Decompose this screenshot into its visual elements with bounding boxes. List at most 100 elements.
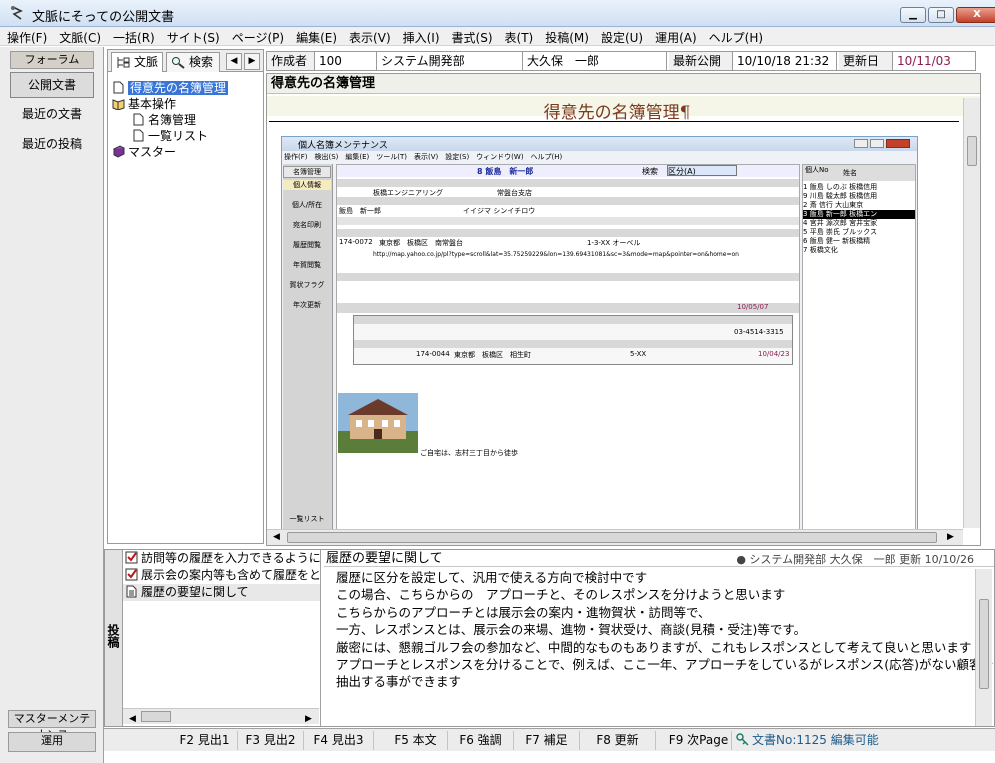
embedded-nav-item: 個人/所在 [291, 201, 323, 209]
post-list-item-selected[interactable]: 履歴の要望に関して [123, 584, 320, 601]
menu-context[interactable]: 文脈(C) [52, 27, 106, 46]
tree-node-roster[interactable]: 名簿管理 [112, 112, 228, 128]
menu-operation[interactable]: 操作(F) [0, 27, 52, 46]
menu-table[interactable]: 表(T) [498, 27, 539, 46]
tab-scroll-right-button[interactable]: ▶ [244, 53, 260, 70]
post-line: 厳密には、懇親ゴルフ会の参加など、中間的なものもありますが、これもレスポンスとし… [336, 639, 972, 655]
embedded-title: 個人名簿メンテナンス [298, 141, 388, 151]
doc-horizontal-scrollbar[interactable]: ◀ ▶ [267, 529, 963, 545]
scroll-left-arrow-icon[interactable]: ◀ [273, 532, 280, 542]
post-list: 訪問等の履歴を入力できるようにな 展示会の案内等も含めて履歴をと 履歴の要望に関… [123, 550, 321, 726]
search-icon [172, 57, 185, 69]
doc-hscroll-thumb[interactable] [287, 532, 937, 543]
check-doc-icon [125, 551, 138, 564]
post-panel-label-text: 投稿 [106, 624, 120, 648]
f5-body-button[interactable]: F5 本文 [384, 731, 448, 750]
post-list-hscroll-thumb[interactable] [141, 711, 171, 722]
embedded-row-head [337, 273, 799, 281]
post-meta: ● システム開発部 大久保 一郎 更新 10/10/26 [736, 553, 974, 566]
f7-supplement-button[interactable]: F7 補足 [514, 731, 580, 750]
f4-heading3-button[interactable]: F4 見出3 [304, 731, 374, 750]
forum-item-recent-posts[interactable]: 最近の投稿 [10, 132, 94, 158]
app-icon [11, 6, 23, 20]
updated-label: 更新日 [839, 52, 893, 70]
menu-batch[interactable]: 一括(R) [106, 27, 160, 46]
menu-format[interactable]: 書式(S) [445, 27, 498, 46]
embedded-hist-block: 5-XX [630, 350, 647, 358]
embedded-nav-bottom: 一覧リスト [289, 515, 325, 523]
title-rule [269, 121, 959, 122]
embedded-nav-item: 賀状フラグ [289, 281, 325, 289]
master-maintenance-button[interactable]: マスターメンテナンス [8, 710, 96, 741]
scroll-right-arrow-icon[interactable]: ▶ [947, 532, 954, 542]
menu-site[interactable]: サイト(S) [160, 27, 225, 46]
embedded-list-row: 1 飯島 しのぶ 板橋信用 [803, 183, 878, 191]
f8-update-button[interactable]: F8 更新 [580, 731, 656, 750]
menu-edit[interactable]: 編集(E) [289, 27, 342, 46]
close-button[interactable]: X [956, 7, 995, 23]
post-line: 一方、レスポンスとは、展示会の来場、進物・賀状受け、商談(見積・受注)等です。 [336, 622, 807, 638]
embedded-list-col-name: 姓名 [843, 169, 857, 177]
tree-node-master-label: マスター [128, 145, 177, 159]
updated-value: 10/11/03 [897, 54, 951, 68]
author-label: 作成者 [267, 52, 315, 70]
post-list-item[interactable]: 展示会の案内等も含めて履歴をと [123, 567, 320, 584]
post-text[interactable]: 履歴に区分を設定して、汎用で使える方向で検討中です この場合、こちらからの アプ… [336, 569, 994, 691]
f2-heading1-button[interactable]: F2 見出1 [172, 731, 238, 750]
house-photo [338, 393, 418, 453]
embedded-list-row: 5 平島 崇氏 ブルックス [803, 228, 877, 236]
doc-vscroll-thumb[interactable] [967, 136, 977, 166]
embedded-row-head [337, 179, 799, 187]
menu-page[interactable]: ページ(P) [225, 27, 289, 46]
forum-item-recent-docs[interactable]: 最近の文書 [10, 102, 94, 128]
menu-help[interactable]: ヘルプ(H) [702, 27, 768, 46]
embedded-postal: 174-0072 [339, 238, 373, 246]
tree-node-list[interactable]: 一覧リスト [112, 128, 228, 144]
scroll-right-arrow-icon[interactable]: ▶ [303, 711, 312, 724]
tab-search[interactable]: 検索 [166, 52, 220, 72]
embedded-search-value: 区分(A) [667, 165, 737, 176]
embedded-nav-item: 年賀閲覧 [293, 261, 321, 269]
f6-emphasis-button[interactable]: F6 強調 [448, 731, 514, 750]
menu-view[interactable]: 表示(V) [342, 27, 396, 46]
menu-post[interactable]: 投稿(M) [538, 27, 594, 46]
tree-node-master[interactable]: マスター [112, 144, 228, 160]
tab-search-label: 検索 [189, 55, 214, 69]
doc-vertical-scrollbar[interactable] [963, 98, 980, 528]
post-vscroll-thumb[interactable] [979, 599, 989, 689]
f9-next-page-button[interactable]: F9 次Page [666, 731, 732, 750]
doc-info-bar: 作成者 100 システム開発部 大久保 一郎 最新公開 10/10/18 21:… [266, 51, 976, 71]
post-list-hscroll[interactable]: ◀ ▶ [123, 708, 319, 724]
latest-publish-value: 10/10/18 21:32 [733, 52, 837, 70]
window-title: 文脈にそっての公開文書 [32, 10, 175, 25]
tab-scroll-left-button[interactable]: ◀ [226, 53, 242, 70]
embedded-nav-item: 名簿管理 [283, 166, 331, 178]
embedded-memo-date: 10/05/07 [737, 303, 769, 311]
scroll-left-arrow-icon[interactable]: ◀ [127, 711, 136, 724]
document-icon [113, 81, 124, 94]
context-tree-pane: 文脈 検索 ◀ ▶ 得意先の名簿管理 基本操作 名簿管理 一覧リスト マスター [107, 49, 264, 544]
maximize-button[interactable]: □ [928, 7, 954, 23]
embedded-nav-item: 年次更新 [293, 301, 321, 309]
embedded-titlebar: 個人名簿メンテナンス [282, 137, 917, 151]
f3-heading2-button[interactable]: F3 見出2 [238, 731, 304, 750]
menu-bar: 操作(F) 文脈(C) 一括(R) サイト(S) ページ(P) 編集(E) 表示(V) 挿入(… [0, 27, 995, 46]
menu-insert[interactable]: 挿入(I) [396, 27, 445, 46]
embedded-list-col-no: 個人No [805, 166, 829, 174]
book-closed-icon [112, 145, 125, 158]
forum-item-public-docs[interactable]: 公開文書 [10, 72, 94, 98]
embedded-kana: イイジマ シンイチロウ [463, 207, 536, 215]
tree-node-root[interactable]: 得意先の名簿管理 [112, 80, 229, 96]
minimize-button[interactable]: ▁ [900, 7, 926, 23]
menu-admin[interactable]: 運用(A) [648, 27, 702, 46]
post-vertical-scrollbar[interactable] [975, 569, 992, 726]
tree-node-basic[interactable]: 基本操作 [112, 96, 228, 112]
embedded-form-header: 8 飯島 新一郎 検索 区分(A) [337, 165, 799, 177]
tab-context[interactable]: 文脈 [111, 52, 163, 72]
operation-button[interactable]: 運用 [8, 732, 96, 752]
post-list-item[interactable]: 訪問等の履歴を入力できるようにな [123, 550, 320, 567]
menu-settings[interactable]: 設定(U) [594, 27, 648, 46]
post-line: 履歴に区分を設定して、汎用で使える方向で検討中です [336, 570, 648, 585]
post-body: 履歴の要望に関して ● システム開発部 大久保 一郎 更新 10/10/26 履… [324, 550, 994, 726]
embedded-person-list: 個人No 姓名 1 飯島 しのぶ 板橋信用 9 川島 駿太郎 板橋信用 2 斎 … [802, 164, 916, 539]
